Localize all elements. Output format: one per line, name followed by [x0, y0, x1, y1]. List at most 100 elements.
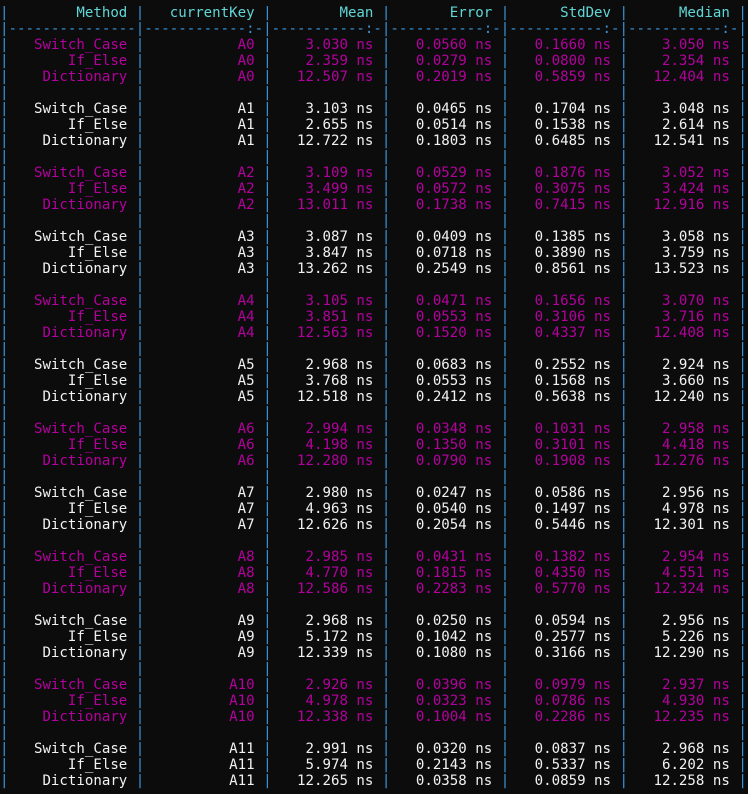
column-border: |: [135, 741, 145, 757]
cell-method: Switch_Case: [8, 357, 136, 373]
cell-stddev: 0.3890 ns: [509, 245, 620, 261]
cell-currentkey: A9: [144, 645, 264, 661]
column-border: |: [619, 165, 629, 181]
cell-stddev: 0.5770 ns: [509, 581, 620, 597]
column-border: |: [0, 229, 9, 245]
column-border: |: [0, 357, 9, 373]
cell-stddev: 0.3075 ns: [509, 181, 620, 197]
column-border: |: [0, 69, 9, 85]
column-border: |: [738, 389, 747, 405]
column-border: |: [500, 693, 510, 709]
column-border: |: [500, 293, 510, 309]
cell-currentkey: A0: [144, 69, 264, 85]
cell-error: 0.0323 ns: [390, 693, 501, 709]
empty-cell: [509, 533, 619, 549]
cell-median: 12.301 ns: [628, 517, 739, 533]
cell-currentkey: A1: [144, 133, 264, 149]
column-border: |: [738, 709, 747, 725]
cell-stddev: 0.1568 ns: [509, 373, 620, 389]
separator-dashes: ------------:-: [144, 21, 264, 37]
column-border: |: [738, 645, 747, 661]
table-row: | Dictionary | A7 | 12.626 ns | 0.2054 n…: [0, 517, 748, 533]
column-border: |: [0, 581, 9, 597]
column-border: |: [263, 581, 272, 597]
cell-mean: 12.280 ns: [271, 453, 382, 469]
column-border: |: [619, 5, 629, 21]
cell-error: 0.0348 ns: [390, 421, 501, 437]
column-border: |: [500, 341, 510, 357]
cell-error: 0.0279 ns: [390, 53, 501, 69]
cell-mean: 12.518 ns: [271, 389, 382, 405]
column-border: |: [135, 533, 145, 549]
cell-mean: 2.994 ns: [271, 421, 382, 437]
column-border: |: [0, 181, 9, 197]
column-border: |: [619, 341, 629, 357]
cell-mean: 2.991 ns: [271, 741, 382, 757]
cell-median: 12.324 ns: [628, 581, 739, 597]
cell-median: 2.956 ns: [628, 613, 739, 629]
column-border: |: [500, 581, 510, 597]
cell-currentkey: A4: [144, 325, 264, 341]
empty-cell: [509, 725, 619, 741]
cell-currentkey: A7: [144, 485, 264, 501]
column-border: |: [619, 469, 629, 485]
column-header: currentKey: [144, 5, 264, 21]
empty-cell: [272, 533, 382, 549]
column-border: |: [0, 693, 9, 709]
column-border: |: [619, 501, 629, 517]
cell-method: Switch_Case: [8, 229, 136, 245]
column-border: |: [619, 293, 629, 309]
cell-method: Switch_Case: [8, 485, 136, 501]
cell-method: If_Else: [8, 437, 136, 453]
cell-error: 0.1520 ns: [390, 325, 501, 341]
column-border: |: [619, 773, 629, 789]
column-border: |: [0, 277, 9, 293]
column-border: |: [619, 421, 629, 437]
column-border: |: [738, 277, 747, 293]
column-border: |: [263, 629, 272, 645]
column-border: |: [135, 709, 145, 725]
column-border: |: [263, 245, 272, 261]
group-spacer-row: | | | | | | | | |: [0, 149, 748, 165]
empty-cell: [9, 597, 136, 613]
cell-method: Dictionary: [8, 69, 136, 85]
column-border: |: [263, 197, 272, 213]
column-border: |: [263, 293, 272, 309]
column-border: |: [500, 437, 510, 453]
cell-median: 12.541 ns: [628, 133, 739, 149]
empty-cell: [9, 661, 136, 677]
empty-cell: [144, 213, 263, 229]
separator-dashes: ---------------: [8, 21, 136, 37]
column-border: |: [738, 485, 747, 501]
column-border: |: [500, 453, 510, 469]
cell-method: Switch_Case: [8, 549, 136, 565]
cell-currentkey: A6: [144, 453, 264, 469]
column-border: |: [738, 773, 747, 789]
column-border: |: [0, 773, 9, 789]
table-row: | Dictionary | A9 | 12.339 ns | 0.1080 n…: [0, 645, 748, 661]
column-border: |: [135, 581, 145, 597]
cell-currentkey: A9: [144, 613, 264, 629]
cell-method: If_Else: [8, 757, 136, 773]
cell-method: If_Else: [8, 565, 136, 581]
cell-stddev: 0.7415 ns: [509, 197, 620, 213]
column-border: |: [263, 485, 272, 501]
cell-error: 0.0560 ns: [390, 37, 501, 53]
column-border: |: [500, 533, 510, 549]
table-row: | If_Else | A5 | 3.768 ns | 0.0553 ns | …: [0, 373, 748, 389]
empty-cell: [628, 597, 738, 613]
column-border: |: [135, 261, 145, 277]
column-border: |: [500, 405, 510, 421]
column-border: |: [135, 757, 145, 773]
cell-method: Dictionary: [8, 645, 136, 661]
column-border: |: [619, 709, 629, 725]
table-row: | Switch_Case | A4 | 3.105 ns | 0.0471 n…: [0, 293, 748, 309]
cell-mean: 3.847 ns: [271, 245, 382, 261]
cell-error: 0.0358 ns: [390, 773, 501, 789]
cell-mean: 4.198 ns: [271, 437, 382, 453]
column-border: |: [619, 69, 629, 85]
cell-mean: 3.087 ns: [271, 229, 382, 245]
column-border: |: [738, 213, 747, 229]
empty-cell: [628, 85, 738, 101]
column-border: |: [738, 517, 747, 533]
